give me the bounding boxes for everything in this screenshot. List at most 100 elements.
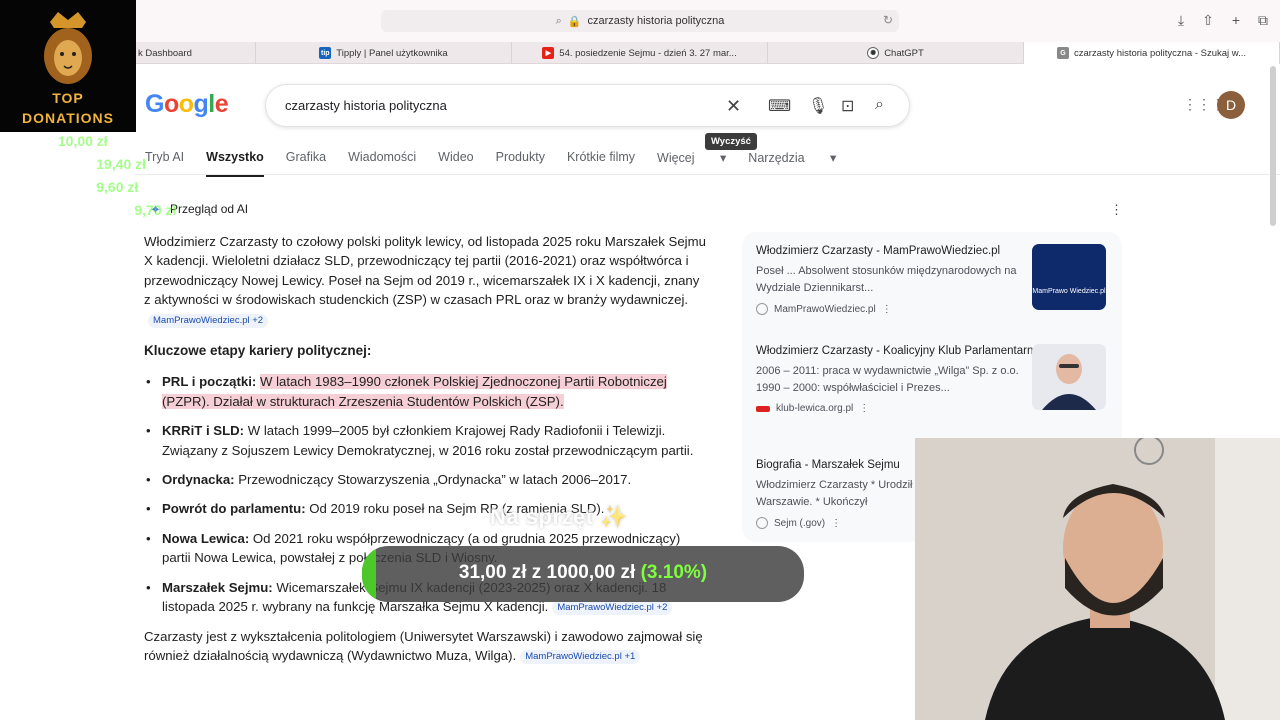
source-desc: Poseł ... Absolwent stosunków międzynaro…: [756, 265, 1017, 294]
goal-title-text: Na sprzęt: [490, 504, 594, 529]
tab-short-videos[interactable]: Krótkie filmy: [567, 150, 635, 177]
browser-toolbar: ⌕ 🔒 czarzasty historia polityczna ↻ ⤓ ⇧ …: [0, 0, 1280, 42]
donation-rank: 4. hsiemensoslwn: 9,70 zł: [6, 202, 176, 218]
search-icon[interactable]: ⌕: [875, 96, 884, 114]
tab-tipply[interactable]: tip Tipply | Panel użytkownika: [256, 42, 512, 64]
tab-label: 54. posiedzenie Sejmu - dzień 3. 27 mar.…: [559, 47, 737, 59]
lion-crown-icon: [44, 12, 92, 84]
goal-progress-label: 31,00 zł z 1000,00 zł (3.10%): [362, 562, 804, 584]
tab-label: ChatGPT: [884, 47, 924, 59]
tab-youtube[interactable]: ▶ 54. posiedzenie Sejmu - dzień 3. 27 mar…: [512, 42, 768, 64]
search-box[interactable]: czarzasty historia polityczna ✕ ⌨ 🎙 ⊡ ⌕: [265, 84, 910, 127]
keyboard-icon[interactable]: ⌨: [768, 96, 791, 116]
share-icon[interactable]: ⇧: [1202, 12, 1214, 29]
youtube-icon: ▶: [542, 47, 555, 59]
donor-name: 2. SZVVM3K:: [6, 156, 93, 172]
list-item: Ordynacka: Przewodniczący Stowarzyszenia…: [144, 470, 709, 490]
camera-lens-icon[interactable]: ⊡: [841, 96, 854, 116]
avatar[interactable]: D: [1217, 91, 1245, 119]
section-heading: Kluczowe etapy kariery politycznej:: [144, 343, 372, 359]
donor-name: 4. hsiemensoslwn:: [6, 202, 131, 218]
source-site: MamPrawoWiedziec.pl: [774, 303, 876, 315]
source-card[interactable]: Włodzimierz Czarzasty - Koalicyjny Klub …: [756, 344, 1106, 414]
reload-icon[interactable]: ↻: [883, 13, 893, 27]
tab-chatgpt[interactable]: ✺ ChatGPT: [768, 42, 1024, 64]
tab-google-search[interactable]: Gczarzasty historia polityczna - Szukaj …: [1024, 42, 1280, 64]
clear-icon[interactable]: ✕: [726, 96, 741, 117]
tab-images[interactable]: Grafika: [286, 150, 326, 177]
address-bar[interactable]: ⌕ 🔒 czarzasty historia polityczna ↻: [381, 10, 899, 32]
source-thumbnail: MamPrawo Wiedziec.pl: [1032, 244, 1106, 310]
source-card[interactable]: Włodzimierz Czarzasty - MamPrawoWiedziec…: [756, 244, 1106, 315]
tab-tools-label: Narzędzia: [748, 151, 805, 165]
item-label: Ordynacka:: [162, 472, 235, 488]
donation-rank: 1. Test: 10,00 zł: [6, 133, 108, 149]
donation-amount: 9,70 zł: [134, 202, 177, 218]
site-icon: [756, 517, 768, 529]
item-label: Marszałek Sejmu:: [162, 579, 273, 595]
chatgpt-icon: ✺: [867, 47, 880, 59]
search-tabs: Tryb AI Wszystko Grafika Wiadomości Wide…: [145, 150, 858, 177]
download-icon[interactable]: ⤓: [1178, 12, 1184, 29]
site-icon: [756, 303, 768, 315]
scrollbar[interactable]: [1270, 66, 1276, 226]
top-donations-widget: TOP DONATIONS: [0, 0, 136, 132]
donation-goal-bar: 31,00 zł z 1000,00 zł (3.10%): [362, 546, 804, 602]
list-item: PRL i początki: W latach 1983–1990 człon…: [144, 372, 709, 411]
tab-ai-mode[interactable]: Tryb AI: [145, 150, 184, 177]
tab-news[interactable]: Wiadomości: [348, 150, 416, 177]
tab-all[interactable]: Wszystko: [206, 150, 264, 177]
thumb-text: MamPrawo Wiedziec.pl: [1032, 288, 1106, 295]
ai-outro: Czarzasty jest z wykształcenia politolog…: [144, 627, 709, 666]
lock-icon: 🔒: [567, 15, 582, 28]
google-icon: G: [1056, 47, 1069, 59]
more-icon[interactable]: ⋮: [831, 518, 841, 529]
source-site: klub-lewica.org.pl: [776, 403, 854, 414]
search-input[interactable]: czarzasty historia polityczna: [285, 98, 447, 113]
source-chip[interactable]: MamPrawoWiedziec.pl +1: [520, 649, 641, 664]
source-site: Sejm (.gov): [774, 517, 826, 529]
item-label: Nowa Lewica:: [162, 530, 250, 546]
tab-videos[interactable]: Wideo: [438, 150, 473, 177]
site-icon: [756, 405, 770, 412]
webcam-overlay: [915, 438, 1280, 720]
ai-overview-heading: Przegląd od AI: [170, 202, 249, 216]
more-options-icon[interactable]: ⋮: [1110, 202, 1123, 218]
goal-title: Na sprzęt ✨: [490, 504, 629, 529]
tab-overview-icon[interactable]: ⧉: [1258, 12, 1268, 29]
url-text: czarzasty historia polityczna: [587, 15, 725, 27]
source-chip[interactable]: MamPrawoWiedziec.pl +2: [148, 313, 269, 328]
donation-rank: 3. SZVVM3K: 9,60 zł: [6, 179, 138, 195]
ai-intro-text: Włodzimierz Czarzasty to czołowy polski …: [144, 234, 706, 308]
tab-products[interactable]: Produkty: [496, 150, 545, 177]
item-label: Powrót do parlamentu:: [162, 501, 306, 517]
google-logo[interactable]: Google: [145, 90, 229, 119]
ai-overview-content: Włodzimierz Czarzasty to czołowy polski …: [144, 232, 709, 677]
donations-label: DONATIONS: [22, 110, 114, 126]
top-label: TOP: [52, 90, 84, 106]
more-icon[interactable]: ⋮: [882, 304, 892, 315]
donation-rank: 2. SZVVM3K: 19,40 zł: [6, 156, 146, 172]
tab-label: czarzasty historia polityczna - Szukaj w…: [1073, 47, 1247, 59]
donation-amount: 10,00 zł: [57, 133, 108, 149]
tab-tools[interactable]: Narzędzia ▾: [748, 150, 836, 177]
new-tab-icon[interactable]: +: [1232, 12, 1240, 29]
source-chip[interactable]: MamPrawoWiedziec.pl +2: [552, 601, 673, 616]
item-label: KRRiT i SLD:: [162, 423, 245, 439]
tab-more[interactable]: Więcej ▾: [657, 150, 726, 177]
tab-label: Tipply | Panel użytkownika: [336, 47, 448, 59]
item-label: PRL i początki:: [162, 374, 257, 390]
tab-label: k Dashboard: [138, 47, 192, 59]
microphone-icon[interactable]: 🎙: [808, 96, 828, 116]
more-icon[interactable]: ⋮: [859, 403, 869, 414]
goal-percent: (3.10%): [640, 562, 708, 583]
source-thumbnail: [1032, 344, 1106, 410]
list-item: KRRiT i SLD: W latach 1999–2005 był czło…: [144, 421, 709, 460]
nav-divider: [135, 174, 1280, 175]
tipply-icon: tip: [319, 47, 332, 59]
donor-name: 3. SZVVM3K:: [6, 179, 93, 195]
goal-amount: 31,00 zł z 1000,00 zł: [458, 562, 636, 583]
tab-more-label: Więcej: [657, 151, 695, 165]
clear-tooltip: Wyczyść: [705, 133, 757, 150]
donation-amount: 19,40 zł: [96, 156, 147, 172]
